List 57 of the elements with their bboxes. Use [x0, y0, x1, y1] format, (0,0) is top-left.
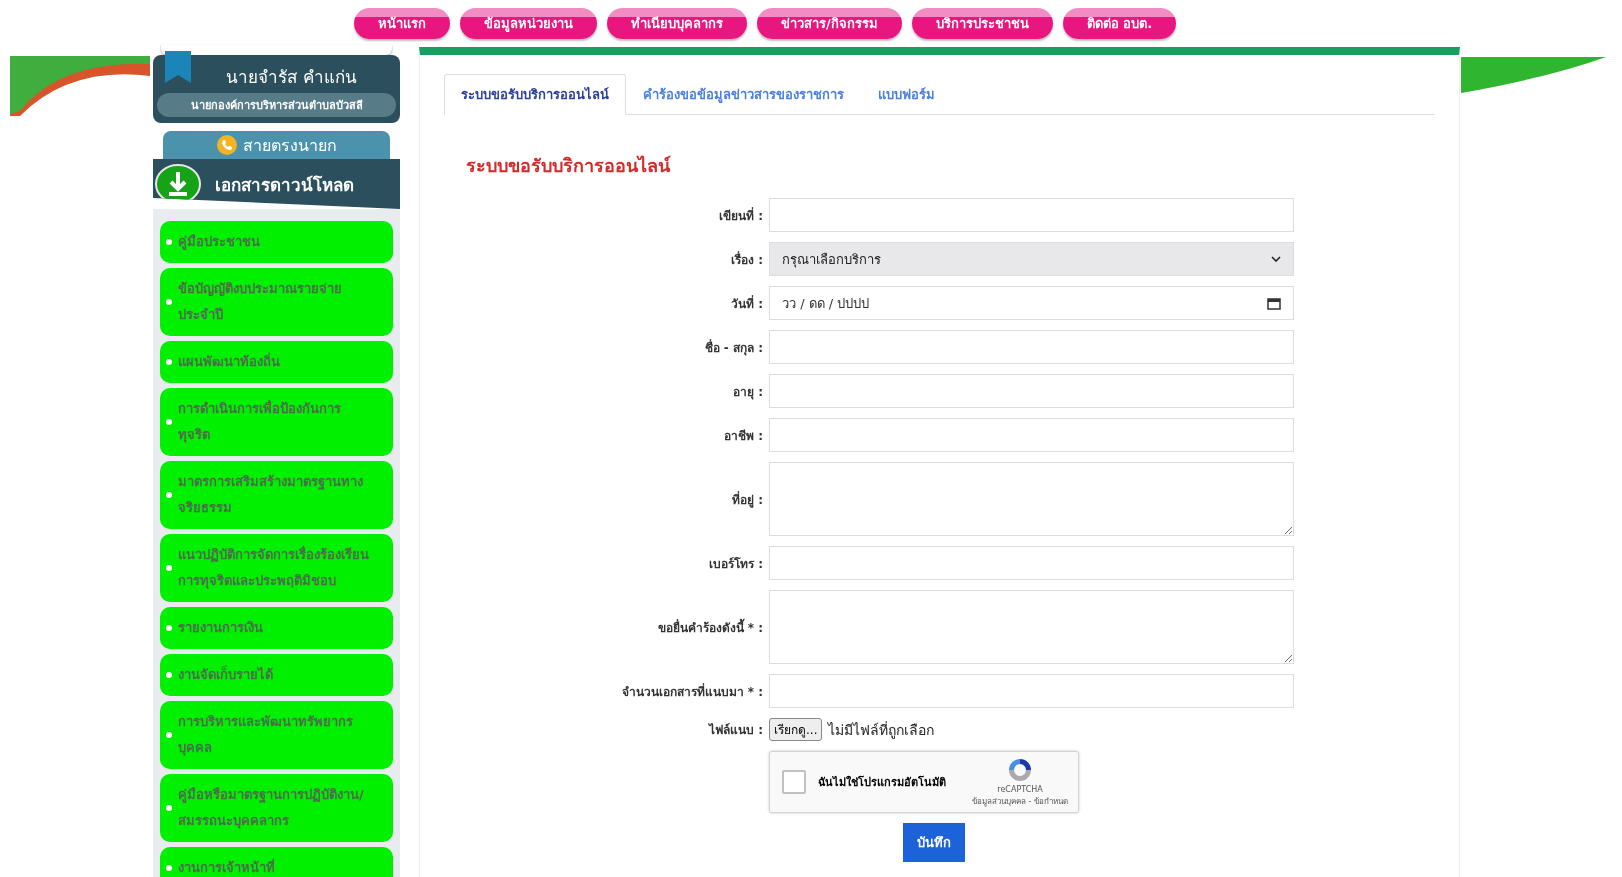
nav-link[interactable]: ทำเนียบบุคลากร: [607, 8, 747, 39]
field-label: ชื่อ - สกุล :: [703, 338, 763, 357]
mayor-title: นายกองค์การบริหารส่วนตำบลบัวสลี: [157, 93, 396, 117]
download-link[interactable]: แนวปฏิบัติการจัดการเรื่องร้องเรียนการทุจริตและประพฤติมิชอบ: [160, 534, 393, 602]
recaptcha-brand: reCAPTCHA: [997, 785, 1043, 794]
download-link[interactable]: งานจัดเก็บรายได้: [160, 654, 393, 696]
hotline-button[interactable]: สายตรงนายก: [163, 131, 390, 159]
nav-link[interactable]: ข่าวสาร/กิจกรรม: [757, 8, 902, 39]
field-label: ไฟล์แนบ :: [707, 722, 763, 739]
field-label: จำนวนเอกสารที่แนบมา * :: [620, 682, 763, 701]
browse-button[interactable]: เรียกดู...: [769, 718, 823, 741]
downloads-title: เอกสารดาวน์โหลด: [215, 173, 354, 197]
input-field[interactable]: [769, 374, 1294, 408]
tab[interactable]: ระบบขอรับบริการออนไลน์: [444, 74, 626, 115]
calendar-icon: [1267, 296, 1281, 310]
captcha-checkbox[interactable]: [782, 770, 806, 794]
file-status: ไม่มีไฟล์ที่ถูกเลือก: [828, 720, 935, 741]
input-field[interactable]: [769, 198, 1294, 232]
tab[interactable]: แบบฟอร์ม: [861, 74, 952, 115]
chevron-down-icon: [1271, 256, 1281, 262]
form-heading: ระบบขอรับบริการออนไลน์: [466, 154, 672, 178]
download-link[interactable]: การดำเนินการเพื่อป้องกันการทุจริต: [160, 388, 393, 456]
textarea-field[interactable]: [769, 462, 1294, 536]
input-field[interactable]: [769, 418, 1294, 452]
field-label: ที่อยู่ :: [731, 490, 763, 509]
field-label: วันที่ :: [730, 294, 763, 313]
field-label: เขียนที่ :: [718, 206, 763, 225]
field-label: ขอยื่นคำร้องดังนี้ * :: [656, 617, 763, 637]
nav-link[interactable]: ติดต่อ อบต.: [1062, 8, 1177, 39]
download-link[interactable]: งานการเจ้าหน้าที่: [160, 847, 393, 877]
textarea-field[interactable]: [769, 590, 1294, 664]
input-field[interactable]: [769, 330, 1294, 364]
field-label: อายุ :: [732, 383, 763, 401]
date-field[interactable]: วว / ดด / ปปปป: [769, 286, 1294, 320]
download-link[interactable]: แผนพัฒนาท้องถิ่น: [160, 341, 393, 383]
service-select[interactable]: กรุณาเลือกบริการ: [769, 242, 1294, 276]
download-link[interactable]: รายงานการเงิน: [160, 607, 393, 649]
nav-link[interactable]: หน้าแรก: [354, 8, 450, 39]
field-label: เรื่อง :: [730, 250, 763, 269]
mayor-name: นายจำรัส คำแก่น: [225, 66, 358, 89]
field-label: เบอร์โทร :: [708, 555, 763, 573]
download-link[interactable]: ข้อบัญญัติงบประมาณรายจ่ายประจำปี: [160, 268, 393, 336]
bookmark-icon: [165, 51, 191, 83]
recaptcha-links: ข้อมูลส่วนบุคคล - ข้อกำหนด: [972, 796, 1068, 808]
input-field[interactable]: [769, 546, 1294, 580]
tab[interactable]: คำร้องขอข้อมูลข่าวสารของราชการ: [626, 74, 861, 115]
captcha-label: ฉันไม่ใช่โปรแกรมอัตโนมัติ: [818, 774, 947, 791]
submit-button[interactable]: บันทึก: [903, 823, 965, 862]
nav-link[interactable]: ข้อมูลหน่วยงาน: [460, 8, 597, 39]
field-label: อาชีพ :: [723, 427, 763, 445]
input-field[interactable]: [769, 674, 1294, 708]
download-link[interactable]: การบริหารและพัฒนาทรัพยากรบุคคล: [160, 701, 393, 769]
download-link[interactable]: คู่มือประชาชน: [160, 221, 393, 263]
download-link[interactable]: มาตรการเสริมสร้างมาตรฐานทางจริยธรรม: [160, 461, 393, 529]
nav-link[interactable]: บริการประชาชน: [911, 8, 1053, 39]
phone-icon: [216, 135, 237, 155]
download-link[interactable]: คู่มือหรือมาตรฐานการปฏิบัติงาน/สมรรถนะบุคคลากร: [160, 774, 393, 842]
